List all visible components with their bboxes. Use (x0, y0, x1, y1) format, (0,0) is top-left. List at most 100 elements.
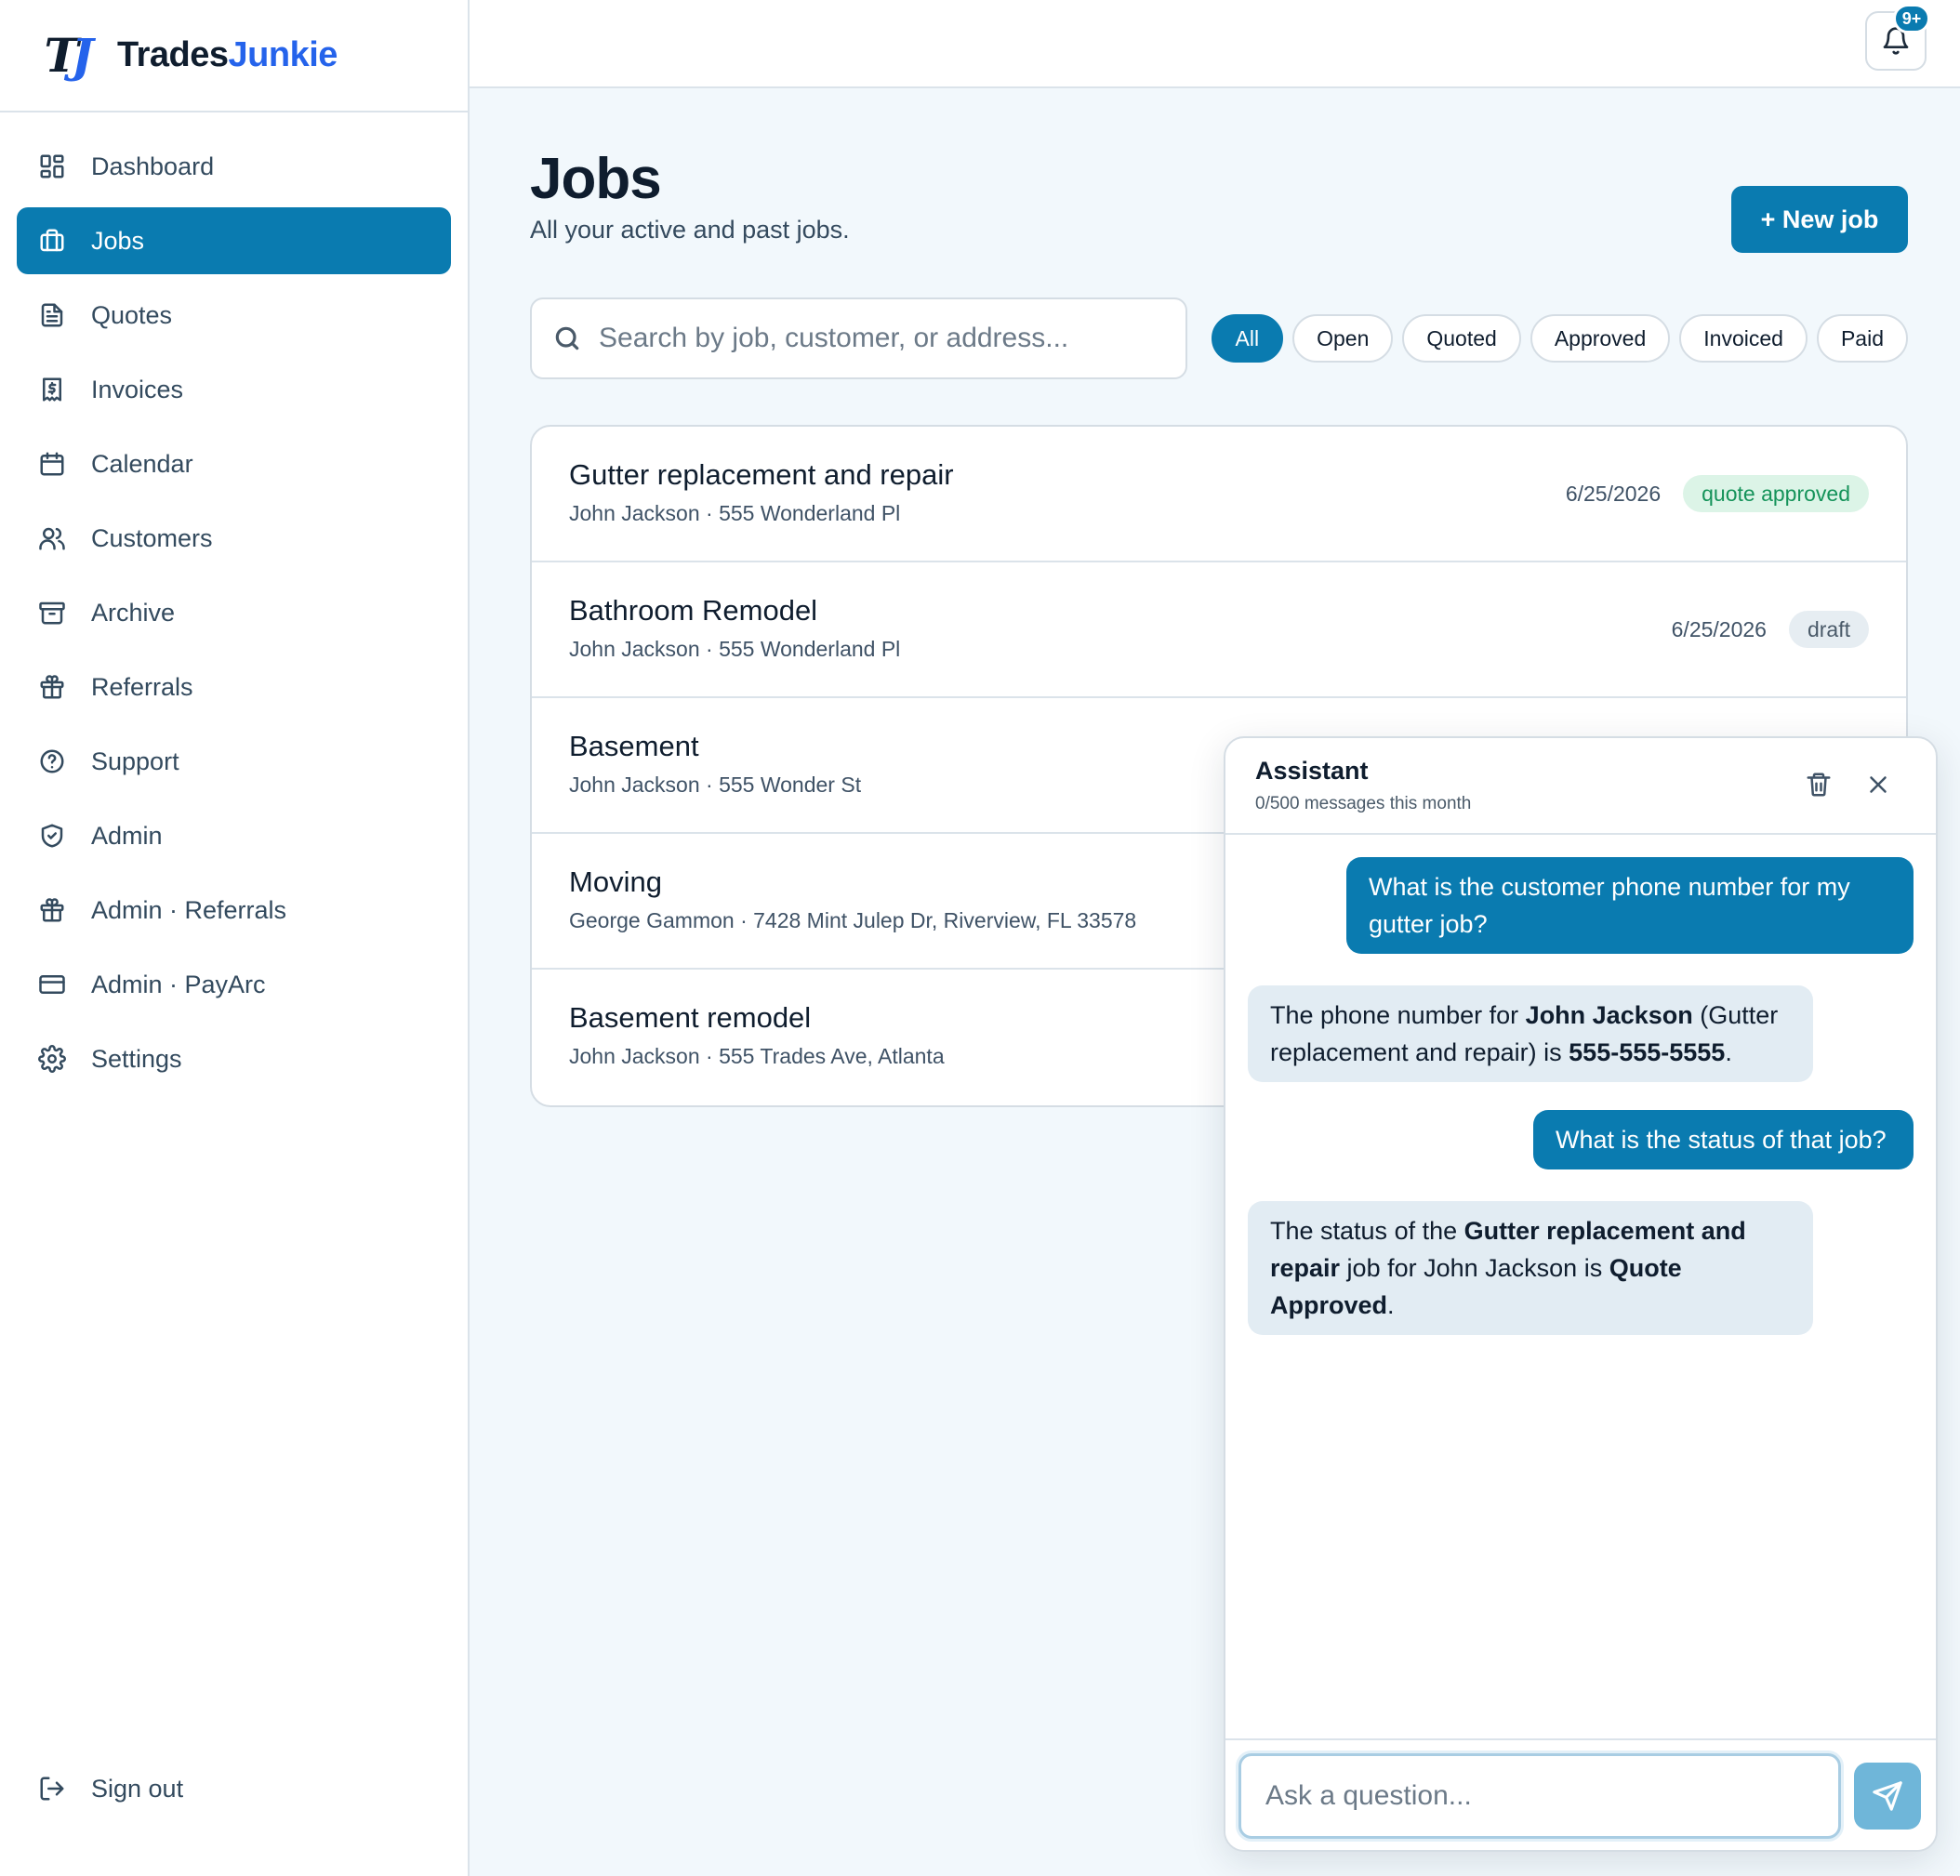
filter-all[interactable]: All (1211, 314, 1284, 363)
page-title: Jobs (530, 147, 662, 211)
brand-name-part2: Junkie (228, 35, 338, 74)
users-icon (37, 523, 67, 553)
sidebar-item-admin[interactable]: Admin (17, 802, 451, 869)
job-date: 6/25/2026 (1565, 481, 1662, 506)
assistant-footer (1225, 1738, 1936, 1850)
sign-out-label: Sign out (91, 1774, 184, 1803)
job-right: 6/25/2026 quote approved (1566, 475, 1869, 512)
assistant-message: The phone number for John Jackson (Gutte… (1248, 985, 1813, 1082)
job-meta: John Jackson · 555 Wonderland Pl (569, 637, 901, 661)
log-out-icon (37, 1774, 67, 1803)
filter-open[interactable]: Open (1292, 314, 1394, 363)
credit-card-icon (37, 970, 67, 999)
sidebar-item-dashboard[interactable]: Dashboard (17, 133, 451, 200)
search-icon (555, 326, 579, 350)
briefcase-icon (37, 226, 67, 256)
job-date: 6/25/2026 (1671, 616, 1767, 641)
brand-name-part1: Trades (117, 35, 229, 74)
notification-badge: 9+ (1893, 4, 1930, 33)
sidebar-item-label: Jobs (91, 226, 145, 255)
sidebar-item-support[interactable]: Support (17, 728, 451, 795)
user-message: What is the status of that job? (1533, 1110, 1914, 1169)
sidebar-item-label: Admin · PayArc (91, 970, 266, 998)
sign-out-button[interactable]: Sign out (17, 1755, 451, 1822)
close-assistant-button[interactable] (1861, 768, 1895, 801)
filter-paid[interactable]: Paid (1816, 314, 1908, 363)
user-message: What is the customer phone number for my… (1346, 857, 1914, 954)
sidebar-item-label: Calendar (91, 449, 193, 478)
sidebar-item-label: Invoices (91, 375, 184, 403)
sidebar-item-label: Admin (91, 821, 163, 850)
sidebar-item-label: Dashboard (91, 152, 215, 180)
sidebar-item-label: Settings (91, 1044, 182, 1073)
app-root: TJ TradesJunkie Dashboard Jobs Quotes In… (0, 0, 1960, 1876)
sidebar-item-label: Customers (91, 523, 213, 552)
grid-icon (37, 152, 67, 181)
gear-icon (37, 1044, 67, 1074)
message-bold: 555-555-5555 (1569, 1038, 1726, 1066)
page-subtitle: All your active and past jobs. (530, 216, 850, 244)
sidebar-item-jobs[interactable]: Jobs (17, 207, 451, 274)
shield-check-icon (37, 821, 67, 851)
sidebar-item-label: Support (91, 746, 179, 775)
job-meta: George Gammon · 7428 Mint Julep Dr, Rive… (569, 908, 1137, 932)
sidebar-item-label: Archive (91, 598, 176, 627)
message-text: . (1387, 1291, 1395, 1319)
search-box (530, 297, 1187, 379)
sidebar-item-admin-referrals[interactable]: Admin · Referrals (17, 877, 451, 944)
calendar-icon (37, 449, 67, 479)
assistant-usage: 0/500 messages this month (1255, 794, 1472, 813)
notifications-button[interactable]: 9+ (1865, 4, 1930, 71)
assistant-title: Assistant (1255, 757, 1369, 785)
assistant-panel: Assistant 0/500 messages this month What… (1224, 736, 1938, 1852)
status-badge: draft (1788, 611, 1869, 648)
archive-icon (37, 598, 67, 628)
sidebar-item-label: Quotes (91, 300, 173, 329)
sidebar-item-quotes[interactable]: Quotes (17, 282, 451, 349)
ask-question-input[interactable] (1238, 1753, 1841, 1839)
sidebar-item-calendar[interactable]: Calendar (17, 430, 451, 497)
job-title: Basement (569, 730, 699, 762)
job-title: Moving (569, 865, 662, 898)
sidebar-item-label: Admin · Referrals (91, 895, 287, 924)
filter-quoted[interactable]: Quoted (1402, 314, 1521, 363)
send-button[interactable] (1854, 1763, 1921, 1830)
brand[interactable]: TJ TradesJunkie (0, 0, 468, 112)
message-text: The status of the (1270, 1217, 1464, 1245)
message-bold: John Jackson (1525, 1001, 1693, 1029)
job-right: 6/25/2026 draft (1672, 611, 1869, 648)
assistant-message: The status of the Gutter replacement and… (1248, 1201, 1813, 1335)
sidebar-item-admin-payarc[interactable]: Admin · PayArc (17, 951, 451, 1018)
brand-logo: TJ (44, 28, 94, 83)
signout-container: Sign out (0, 1755, 468, 1830)
assistant-header: Assistant 0/500 messages this month (1225, 738, 1936, 835)
message-text: . (1725, 1038, 1732, 1066)
sidebar-item-invoices[interactable]: Invoices (17, 356, 451, 423)
file-text-icon (37, 300, 67, 330)
job-meta: John Jackson · 555 Trades Ave, Atlanta (569, 1044, 945, 1068)
sidebar-item-archive[interactable]: Archive (17, 579, 451, 646)
sidebar-item-label: Referrals (91, 672, 193, 701)
sidebar-item-settings[interactable]: Settings (17, 1025, 451, 1092)
help-circle-icon (37, 746, 67, 776)
receipt-icon (37, 375, 67, 404)
message-text: job for John Jackson is (1340, 1254, 1609, 1282)
sidebar-nav: Dashboard Jobs Quotes Invoices Calendar … (0, 112, 468, 1092)
job-meta: John Jackson · 555 Wonderland Pl (569, 501, 901, 525)
job-title: Gutter replacement and repair (569, 458, 954, 491)
close-icon (1870, 776, 1887, 793)
clear-chat-button[interactable] (1802, 768, 1835, 801)
job-row[interactable]: Gutter replacement and repair John Jacks… (532, 427, 1906, 562)
filter-invoiced[interactable]: Invoiced (1679, 314, 1808, 363)
job-title: Basement remodel (569, 1001, 812, 1034)
search-input[interactable] (599, 323, 1157, 354)
new-job-button[interactable]: + New job (1731, 186, 1908, 253)
sidebar-item-referrals[interactable]: Referrals (17, 654, 451, 720)
job-row[interactable]: Bathroom Remodel John Jackson · 555 Wond… (532, 562, 1906, 698)
sidebar-item-customers[interactable]: Customers (17, 505, 451, 572)
gift-icon (37, 895, 67, 925)
job-title: Bathroom Remodel (569, 594, 818, 627)
status-badge: quote approved (1683, 475, 1869, 512)
brand-name: TradesJunkie (117, 35, 338, 75)
filter-approved[interactable]: Approved (1530, 314, 1671, 363)
